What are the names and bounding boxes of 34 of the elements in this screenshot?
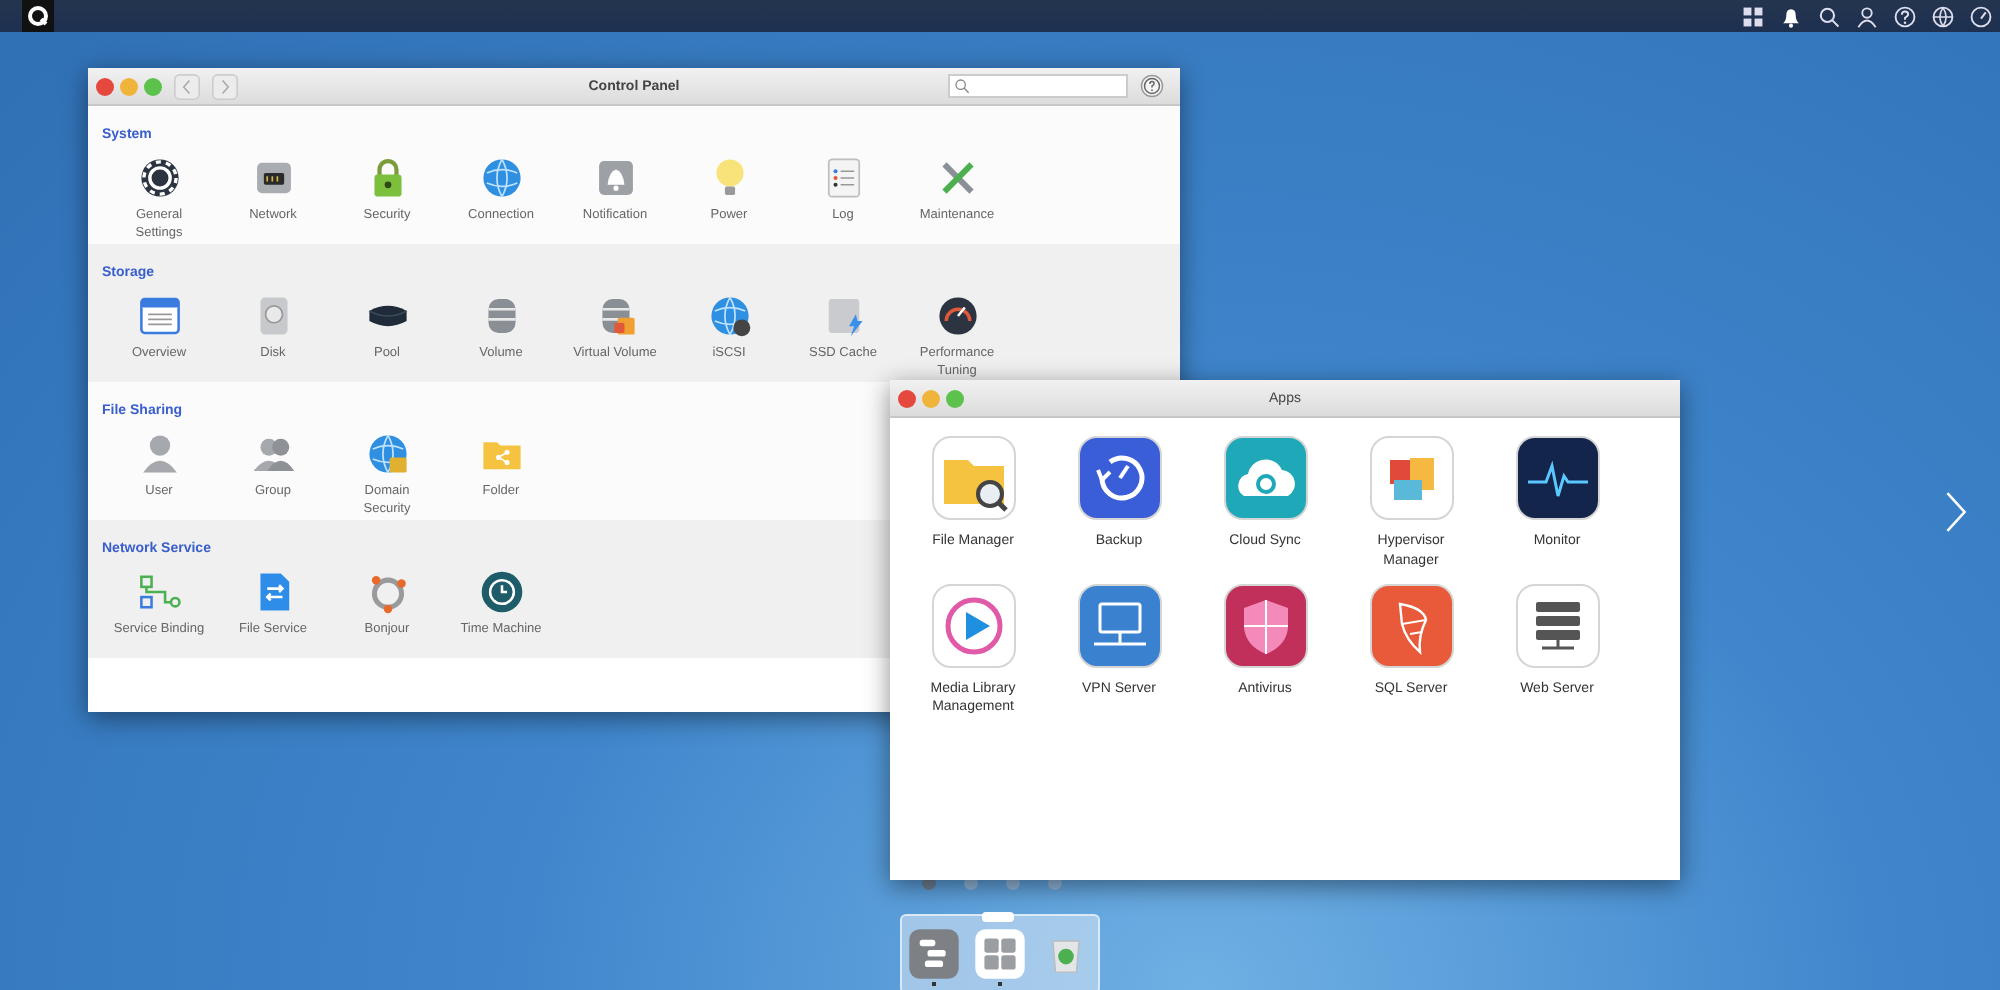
search-icon bbox=[954, 78, 971, 94]
search-icon[interactable] bbox=[1818, 5, 1840, 27]
bell-icon[interactable] bbox=[1780, 5, 1802, 27]
maximize-button[interactable] bbox=[144, 77, 162, 95]
close-button[interactable] bbox=[898, 389, 916, 407]
close-button[interactable] bbox=[96, 77, 114, 95]
forward-button[interactable] bbox=[212, 73, 238, 99]
flowchart-icon[interactable] bbox=[137, 570, 181, 614]
back-button[interactable] bbox=[174, 73, 200, 99]
maximize-button[interactable] bbox=[946, 389, 964, 407]
shield-icon[interactable] bbox=[1223, 583, 1307, 668]
server-icon[interactable] bbox=[1515, 583, 1599, 668]
backup-icon[interactable] bbox=[1077, 436, 1161, 520]
window-list-icon[interactable] bbox=[137, 294, 181, 338]
server-icon[interactable] bbox=[908, 928, 961, 980]
play-icon[interactable] bbox=[931, 583, 1015, 668]
grid-icon[interactable] bbox=[1742, 5, 1764, 27]
monitor-icon[interactable] bbox=[1077, 583, 1161, 668]
help-button[interactable] bbox=[1140, 74, 1165, 98]
gauge-icon[interactable] bbox=[1970, 5, 1992, 27]
globe-icon[interactable] bbox=[1932, 5, 1954, 27]
squares-icon[interactable] bbox=[1369, 436, 1453, 520]
folder-search-icon[interactable] bbox=[931, 436, 1015, 520]
globe-icon[interactable] bbox=[707, 294, 751, 338]
user-icon[interactable] bbox=[1856, 5, 1878, 27]
cloud-icon[interactable] bbox=[1223, 436, 1307, 520]
logo-icon[interactable] bbox=[20, 0, 56, 32]
help-icon[interactable] bbox=[1894, 5, 1916, 27]
dock-handle[interactable] bbox=[982, 912, 1014, 922]
heartbeat-icon[interactable] bbox=[1515, 436, 1599, 520]
gauge-icon[interactable] bbox=[935, 294, 979, 338]
search-field[interactable] bbox=[948, 74, 1129, 98]
clock-icon[interactable] bbox=[479, 570, 523, 614]
gear-icon[interactable] bbox=[137, 156, 181, 200]
